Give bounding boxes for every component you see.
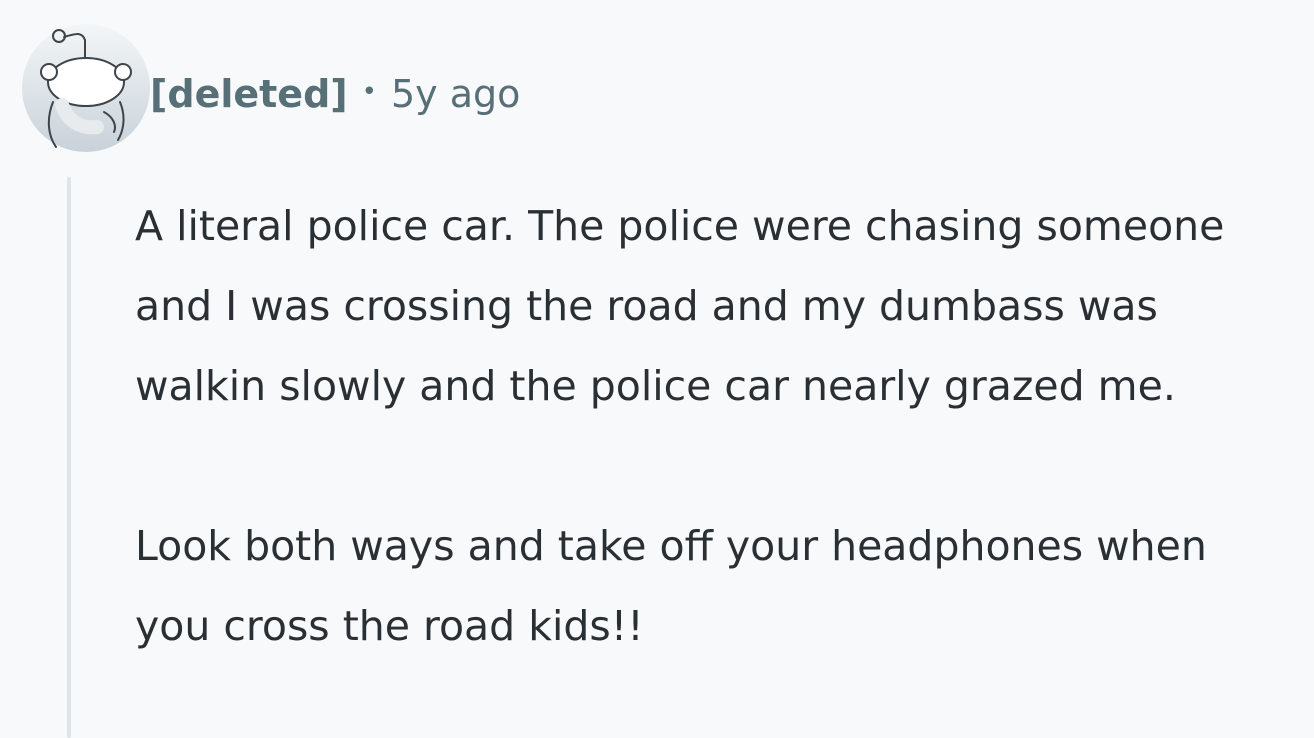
reddit-snoo-avatar-icon bbox=[22, 24, 150, 152]
comment-timestamp[interactable]: 5y ago bbox=[391, 72, 520, 116]
meta-separator: • bbox=[361, 77, 377, 107]
comment-paragraph: A literal police car. The police were ch… bbox=[135, 202, 1225, 410]
comment-body: A literal police car. The police were ch… bbox=[135, 186, 1295, 666]
thread-collapse-line[interactable] bbox=[67, 177, 71, 738]
author-username[interactable]: [deleted] bbox=[150, 72, 348, 116]
comment-meta: [deleted] • 5y ago bbox=[150, 64, 520, 124]
comment: [deleted] • 5y ago A literal police car.… bbox=[0, 0, 1314, 738]
comment-paragraph: Look both ways and take off your headpho… bbox=[135, 522, 1207, 650]
avatar[interactable] bbox=[22, 24, 150, 152]
